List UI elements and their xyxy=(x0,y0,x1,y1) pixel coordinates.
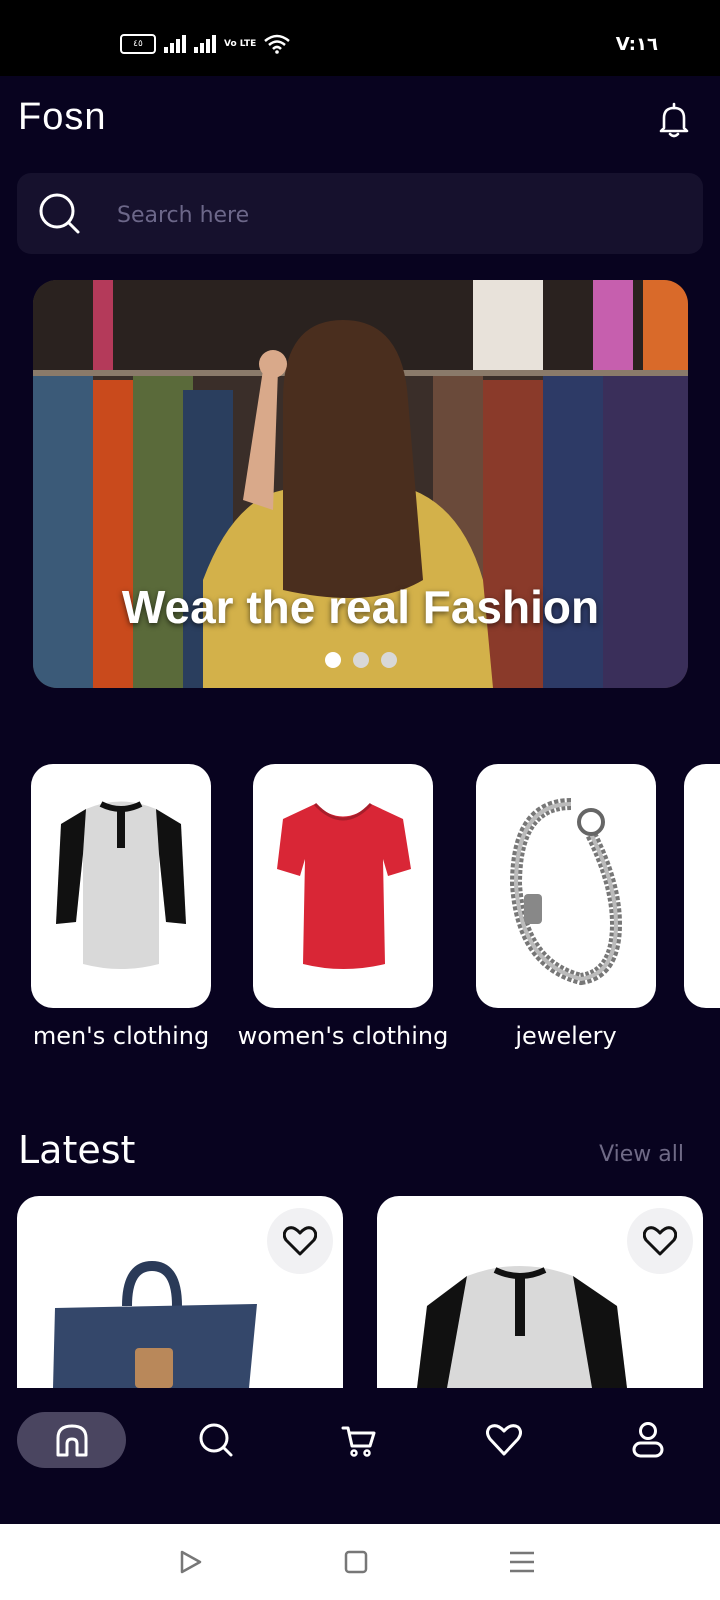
category-card[interactable] xyxy=(31,764,211,1008)
category-card-partial[interactable] xyxy=(684,764,720,1008)
search-input[interactable] xyxy=(115,195,679,235)
category-list: men's clothing women's clothing jewelery xyxy=(0,764,720,1054)
signal-icon-2 xyxy=(194,35,216,53)
red-tshirt-image xyxy=(277,802,411,969)
battery-level: ٤٥ xyxy=(133,39,143,49)
cart-icon xyxy=(341,1426,376,1457)
banner-title: Wear the real Fashion xyxy=(121,581,600,633)
nav-home[interactable] xyxy=(17,1412,126,1468)
menu-icon[interactable] xyxy=(504,1544,540,1580)
nav-favorites[interactable] xyxy=(484,1412,524,1468)
status-time: V:١٦ xyxy=(615,34,658,55)
app-logo: Fosn xyxy=(18,96,107,138)
status-bar: ٤٥ Vo LTE V:١٦ xyxy=(0,0,720,76)
search-icon xyxy=(39,193,80,234)
bell-icon[interactable] xyxy=(658,102,690,138)
carousel-dots xyxy=(33,652,688,668)
heart-icon xyxy=(283,1226,317,1256)
search-bar[interactable] xyxy=(17,173,703,254)
home-square-icon[interactable] xyxy=(338,1544,374,1580)
category-womens-clothing[interactable]: women's clothing xyxy=(238,764,448,1050)
category-label: men's clothing xyxy=(32,1022,210,1050)
category-card[interactable] xyxy=(253,764,433,1008)
nav-profile[interactable] xyxy=(628,1412,668,1468)
hero-banner[interactable]: Wear the real Fashion xyxy=(33,280,688,688)
signal-icon-1 xyxy=(164,35,186,53)
category-mens-clothing[interactable]: men's clothing xyxy=(31,764,211,1050)
nav-cart[interactable] xyxy=(339,1412,379,1468)
status-icons: ٤٥ Vo LTE xyxy=(120,34,291,54)
battery-icon: ٤٥ xyxy=(120,34,156,54)
bottom-navigation xyxy=(0,1388,720,1524)
volte-label: Vo LTE xyxy=(224,38,257,49)
back-icon[interactable] xyxy=(172,1544,208,1580)
category-label: women's clothing xyxy=(237,1022,449,1050)
heart-icon xyxy=(643,1226,677,1256)
profile-icon xyxy=(632,1422,664,1458)
favorite-button[interactable] xyxy=(267,1208,333,1274)
search-icon xyxy=(199,1423,233,1457)
nav-search[interactable] xyxy=(196,1412,236,1468)
bracelet-image xyxy=(509,798,623,986)
app-header: Fosn xyxy=(0,76,720,166)
heart-icon xyxy=(486,1424,522,1456)
wifi-icon xyxy=(264,34,291,54)
category-jewelery[interactable]: jewelery xyxy=(476,764,656,1050)
carousel-dot[interactable] xyxy=(352,652,369,668)
system-navigation-bar xyxy=(0,1524,720,1600)
category-label: jewelery xyxy=(515,1022,617,1050)
carousel-dot[interactable] xyxy=(380,652,397,668)
view-all-link[interactable]: View all xyxy=(599,1142,684,1167)
carousel-dot[interactable] xyxy=(324,652,341,668)
latest-section-title: Latest xyxy=(18,1128,136,1172)
product-card[interactable] xyxy=(17,1196,343,1388)
henley-shirt-image xyxy=(56,801,186,969)
product-card[interactable] xyxy=(377,1196,703,1388)
category-card[interactable] xyxy=(476,764,656,1008)
home-icon xyxy=(56,1424,87,1457)
favorite-button[interactable] xyxy=(627,1208,693,1274)
